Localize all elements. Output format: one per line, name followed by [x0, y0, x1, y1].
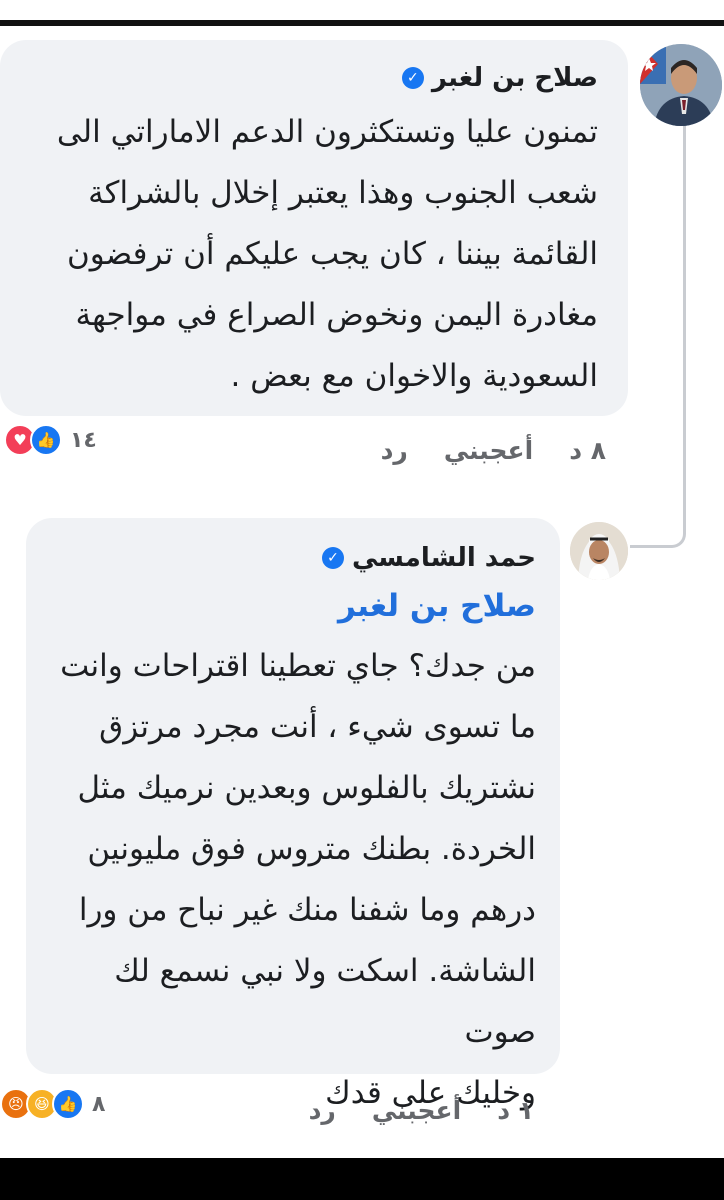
- avatar[interactable]: [640, 44, 722, 126]
- comment-author[interactable]: صلاح بن لغبر ✓: [20, 60, 598, 96]
- reply-button[interactable]: رد: [309, 1096, 336, 1125]
- verified-badge-icon: ✓: [401, 67, 424, 89]
- person-portrait-icon: [570, 522, 628, 580]
- avatar[interactable]: [570, 522, 628, 580]
- like-button[interactable]: أعجبني: [372, 1096, 461, 1125]
- reaction-count: ١٤: [70, 427, 97, 453]
- reply-button[interactable]: رد: [381, 436, 408, 465]
- like-icon: 👍: [30, 424, 62, 456]
- author-name[interactable]: صلاح بن لغبر: [432, 60, 598, 96]
- reactions-summary[interactable]: ♥ 👍 ١٤: [4, 424, 97, 456]
- comment-text: تمنون عليا وتستكثرون الدعم الاماراتي الى…: [56, 114, 598, 394]
- comment-bubble: صلاح بن لغبر ✓ تمنون عليا وتستكثرون الدع…: [0, 40, 628, 416]
- bottom-bar: [0, 1158, 724, 1200]
- verified-badge-icon: ✓: [322, 547, 344, 569]
- comment-actions: ٨ د أعجبني رد: [381, 436, 606, 465]
- person-portrait-icon: [640, 44, 722, 126]
- author-name[interactable]: حمد الشامسي: [352, 540, 536, 576]
- reaction-count: ٨: [92, 1091, 106, 1117]
- reactions-summary[interactable]: 😠 😆 👍 ٨: [0, 1088, 105, 1120]
- comment-bubble: حمد الشامسي ✓ صلاح بن لغبر من جدك؟ جاي ت…: [26, 518, 560, 1111]
- mention-tag[interactable]: صلاح بن لغبر: [44, 582, 536, 630]
- top-divider: [0, 20, 724, 26]
- comment-actions: ١ د أعجبني رد: [309, 1096, 534, 1125]
- comment-author[interactable]: حمد الشامسي ✓: [44, 540, 536, 576]
- reply-thread-line: [630, 124, 686, 548]
- comment-time: ٨ د: [569, 436, 606, 465]
- comment-time: ١ د: [497, 1096, 534, 1125]
- like-button[interactable]: أعجبني: [444, 436, 533, 465]
- comment-text: من جدك؟ جاي تعطينا اقتراحات وانت ما تسوى…: [60, 648, 536, 1111]
- like-icon: 👍: [52, 1088, 84, 1120]
